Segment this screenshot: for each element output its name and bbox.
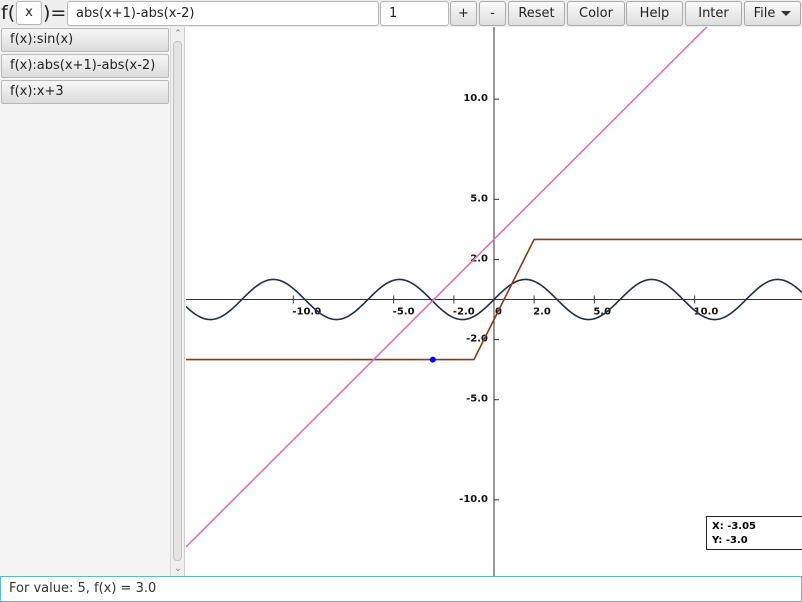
- y-tick-label: -5.0: [466, 394, 488, 405]
- x-tick-label: -5.0: [393, 306, 415, 317]
- zoom-in-button[interactable]: +: [450, 1, 477, 26]
- x-tick-label: -10.0: [292, 306, 321, 317]
- x-tick-label: 2.0: [533, 306, 551, 317]
- graph-canvas[interactable]: -10.0 -5.0 -2.0 2.0 5.0 10.010.05.02.0-2.0-5.…: [186, 27, 802, 576]
- function-list-item[interactable]: f(x):abs(x+1)-abs(x-2): [1, 54, 169, 78]
- x-tick-label: -2.0: [453, 306, 475, 317]
- function-list: f(x):sin(x) f(x):abs(x+1)-abs(x-2) f(x):…: [0, 27, 185, 576]
- variable-field[interactable]: x: [16, 1, 42, 25]
- help-button[interactable]: Help: [626, 1, 683, 26]
- function-list-scrollbar[interactable]: ⌃ ⌄: [170, 27, 184, 576]
- inter-button[interactable]: Inter: [685, 1, 742, 26]
- expression-input[interactable]: [67, 1, 379, 26]
- function-equals-label: )=: [43, 2, 67, 24]
- file-menu-button[interactable]: File: [744, 1, 801, 26]
- function-list-item[interactable]: f(x):sin(x): [1, 28, 169, 52]
- scroll-down-arrow-icon[interactable]: ⌄: [173, 564, 183, 574]
- scrollbar-thumb[interactable]: [173, 41, 182, 561]
- function-list-item[interactable]: f(x):x+3: [1, 80, 169, 104]
- value-marker: [429, 356, 436, 363]
- chevron-down-icon: [781, 11, 792, 16]
- status-bar: For value: 5, f(x) = 3.0: [0, 576, 802, 602]
- toolbar: f( x )= + - Reset Color Help Inter File: [0, 0, 802, 27]
- reset-button[interactable]: Reset: [508, 1, 565, 26]
- coordinate-y-readout: Y: -3.0: [712, 535, 748, 546]
- function-prefix-label: f(: [1, 2, 16, 24]
- zoom-out-button[interactable]: -: [479, 1, 506, 26]
- y-tick-label: 5.0: [470, 193, 488, 204]
- coordinate-readout: X: -3.05 Y: -3.0: [706, 516, 802, 550]
- color-button[interactable]: Color: [567, 1, 625, 26]
- file-menu-label: File: [753, 6, 776, 21]
- step-input[interactable]: [380, 1, 449, 26]
- coordinate-x-readout: X: -3.05: [712, 521, 757, 532]
- scroll-up-arrow-icon[interactable]: ⌃: [173, 29, 183, 39]
- y-tick-label: 10.0: [463, 93, 488, 104]
- y-tick-label: -10.0: [459, 494, 488, 505]
